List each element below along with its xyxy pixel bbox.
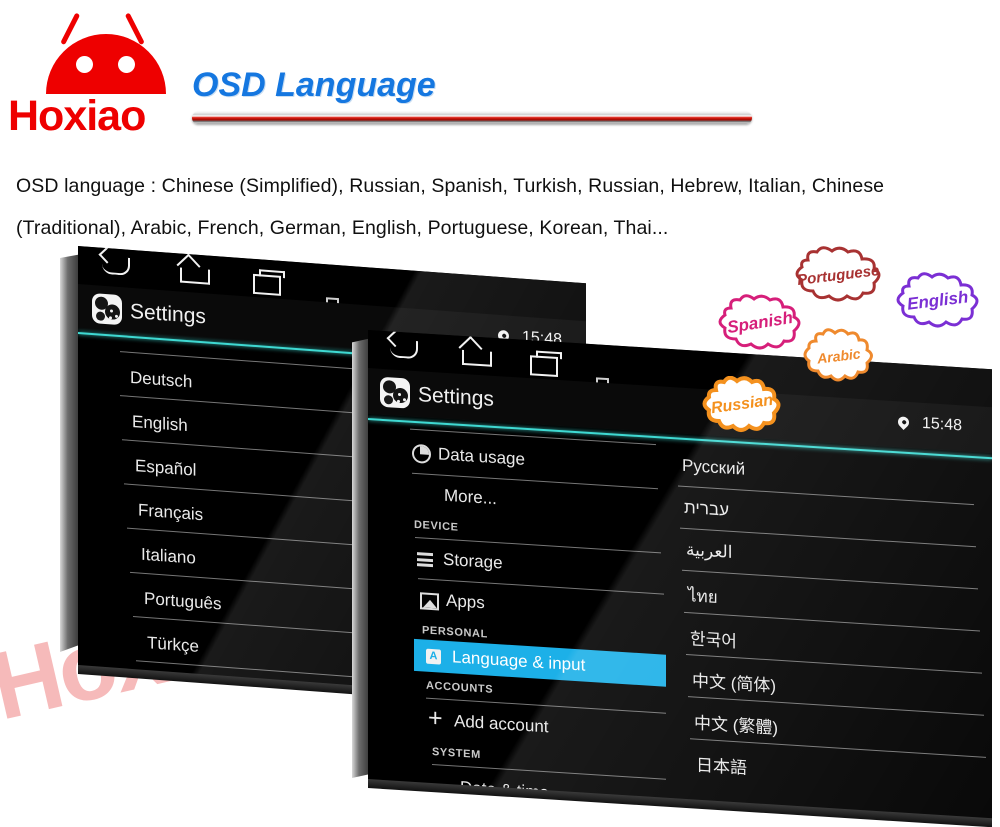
divider (410, 428, 656, 446)
settings-section-label: SYSTEM (432, 746, 481, 762)
settings-section-label: ACCOUNTS (426, 679, 494, 696)
settings-menu-item[interactable]: More... (444, 486, 497, 509)
back-icon[interactable] (386, 330, 418, 360)
recents-icon[interactable] (253, 273, 281, 296)
list-item[interactable]: Türkçe (147, 633, 199, 657)
settings-gear-icon (380, 376, 410, 409)
android-eye-right (118, 56, 135, 73)
list-item[interactable]: 한국어 (690, 624, 737, 652)
description-text: OSD language : Chinese (Simplified), Rus… (16, 175, 885, 239)
plus-icon: + (428, 703, 443, 733)
language-bubble-russian: Russian (696, 376, 788, 434)
list-item[interactable]: Português (144, 589, 222, 615)
settings-menu-item[interactable]: Add account (454, 711, 549, 737)
recents-icon[interactable] (530, 355, 558, 377)
settings-menu-item[interactable]: Storage (443, 550, 503, 574)
settings-section-label: PERSONAL (422, 624, 488, 641)
tablet-front-clock: 15:48 (922, 414, 963, 435)
back-icon[interactable] (98, 246, 130, 276)
apps-icon (420, 592, 439, 611)
android-eye-left (76, 56, 93, 73)
list-item[interactable]: עברית (684, 498, 729, 521)
list-item[interactable]: Français (138, 500, 203, 525)
page-title: OSD Language (192, 66, 436, 104)
settings-menu-item-language-input[interactable]: A Language & input (414, 638, 666, 687)
settings-menu-item-label: Language & input (452, 647, 586, 675)
list-item[interactable]: Italiano (141, 545, 196, 569)
language-bubble-spanish: Spanish (710, 294, 810, 352)
list-item[interactable]: Русский (682, 456, 745, 480)
list-item[interactable]: English (132, 412, 188, 436)
tablet-front-screen: Settings 15:48 Data usage More... DEVICE… (368, 330, 992, 820)
settings-gear-icon (92, 293, 122, 326)
divider (682, 569, 978, 590)
language-bubble-english: English (888, 272, 988, 330)
tablet-front: Settings 15:48 Data usage More... DEVICE… (352, 330, 992, 827)
list-item[interactable]: Español (135, 456, 196, 481)
settings-section-label: DEVICE (414, 518, 459, 534)
list-item[interactable]: 中文 (繁體) (694, 709, 778, 739)
storage-icon (417, 552, 433, 568)
settings-menu-item[interactable]: Apps (446, 591, 485, 613)
tablet-back-app-title: Settings (130, 299, 206, 329)
list-item[interactable]: 日本語 (696, 751, 747, 779)
language-bubble-arabic: Arabic (798, 328, 880, 384)
list-item[interactable]: Deutsch (130, 368, 192, 393)
list-item[interactable]: العربية (686, 540, 732, 563)
clock-icon (434, 796, 453, 817)
brand-wordmark: Hoxiao (8, 92, 146, 140)
settings-menu-item[interactable]: Data usage (438, 444, 525, 469)
language-badge-icon: A (426, 648, 441, 665)
tablet-front-app-title: Settings (418, 383, 494, 411)
data-usage-icon (412, 443, 431, 464)
list-item[interactable]: ไทย (688, 582, 718, 611)
title-divider-bar (192, 112, 752, 124)
list-item[interactable]: 中文 (简体) (692, 666, 776, 696)
location-pin-icon (895, 414, 912, 430)
